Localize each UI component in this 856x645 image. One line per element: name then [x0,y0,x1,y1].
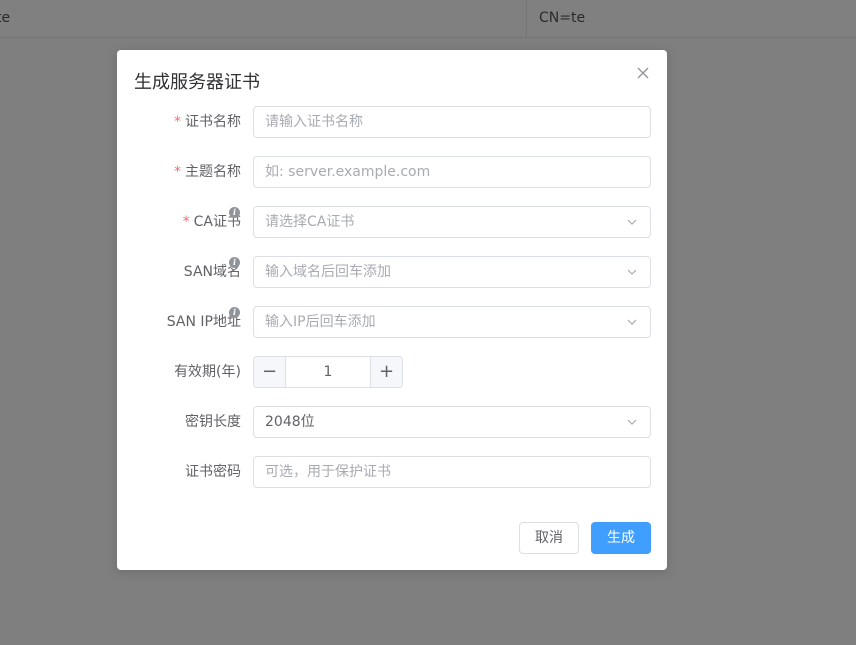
info-icon[interactable]: i [229,257,240,268]
form-item-subject-name: * 主题名称 [117,156,667,188]
decrement-button[interactable]: − [254,357,286,387]
form-item-validity: 有效期(年) − 1 + [117,356,667,388]
cert-name-input[interactable] [254,107,605,137]
validity-stepper[interactable]: − 1 + [253,356,403,388]
san-ip-select[interactable] [253,306,651,338]
cert-name-label: * 证书名称 [174,106,241,138]
generate-server-cert-dialog: 生成服务器证书 *证书名称 *主题名称 *CA证书 i SAN域名 i [117,50,667,570]
key-length-label: 密钥长度 [185,414,241,430]
info-icon[interactable]: i [229,307,240,318]
cert-password-label: 证书密码 [185,464,241,480]
dialog-title: 生成服务器证书 [134,72,260,93]
form-item-ca-cert: * CA证书 i [117,206,667,238]
cert-password-field[interactable] [253,456,651,488]
cert-name-field[interactable] [253,106,651,138]
san-domain-select[interactable] [253,256,651,288]
san-domain-input[interactable] [254,257,605,287]
form-item-san-ip: SAN IP地址 i [117,306,667,338]
required-mark: * [182,214,190,230]
cert-password-input[interactable] [254,457,605,487]
validity-value[interactable]: 1 [286,357,370,387]
validity-label: 有效期(年) [174,364,241,380]
subject-name-label-text: 主题名称 [185,164,241,180]
san-ip-input[interactable] [254,307,605,337]
required-mark: * [174,164,181,180]
cert-name-label-text: 证书名称 [185,114,241,130]
subject-name-input[interactable] [254,157,605,187]
generate-button[interactable]: 生成 [591,522,651,554]
key-length-select[interactable]: 2048位 [253,406,651,438]
key-length-value: 2048位 [265,414,315,430]
chevron-down-icon [627,419,637,425]
subject-name-field[interactable] [253,156,651,188]
chevron-down-icon [627,219,637,225]
form-item-cert-name: * 证书名称 [117,106,667,138]
required-mark: * [174,114,181,130]
chevron-down-icon [627,319,637,325]
cancel-button[interactable]: 取消 [519,522,579,554]
info-icon[interactable]: i [229,207,240,218]
subject-name-label: * 主题名称 [174,156,241,188]
ca-cert-select[interactable] [253,206,651,238]
chevron-down-icon [627,269,637,275]
form-item-cert-password: 证书密码 [117,456,667,488]
form-item-key-length: 密钥长度 2048位 [117,406,667,438]
increment-button[interactable]: + [370,357,402,387]
form-item-san-domain: SAN域名 i [117,256,667,288]
ca-cert-select-input[interactable] [254,207,605,237]
close-icon[interactable] [635,65,651,81]
